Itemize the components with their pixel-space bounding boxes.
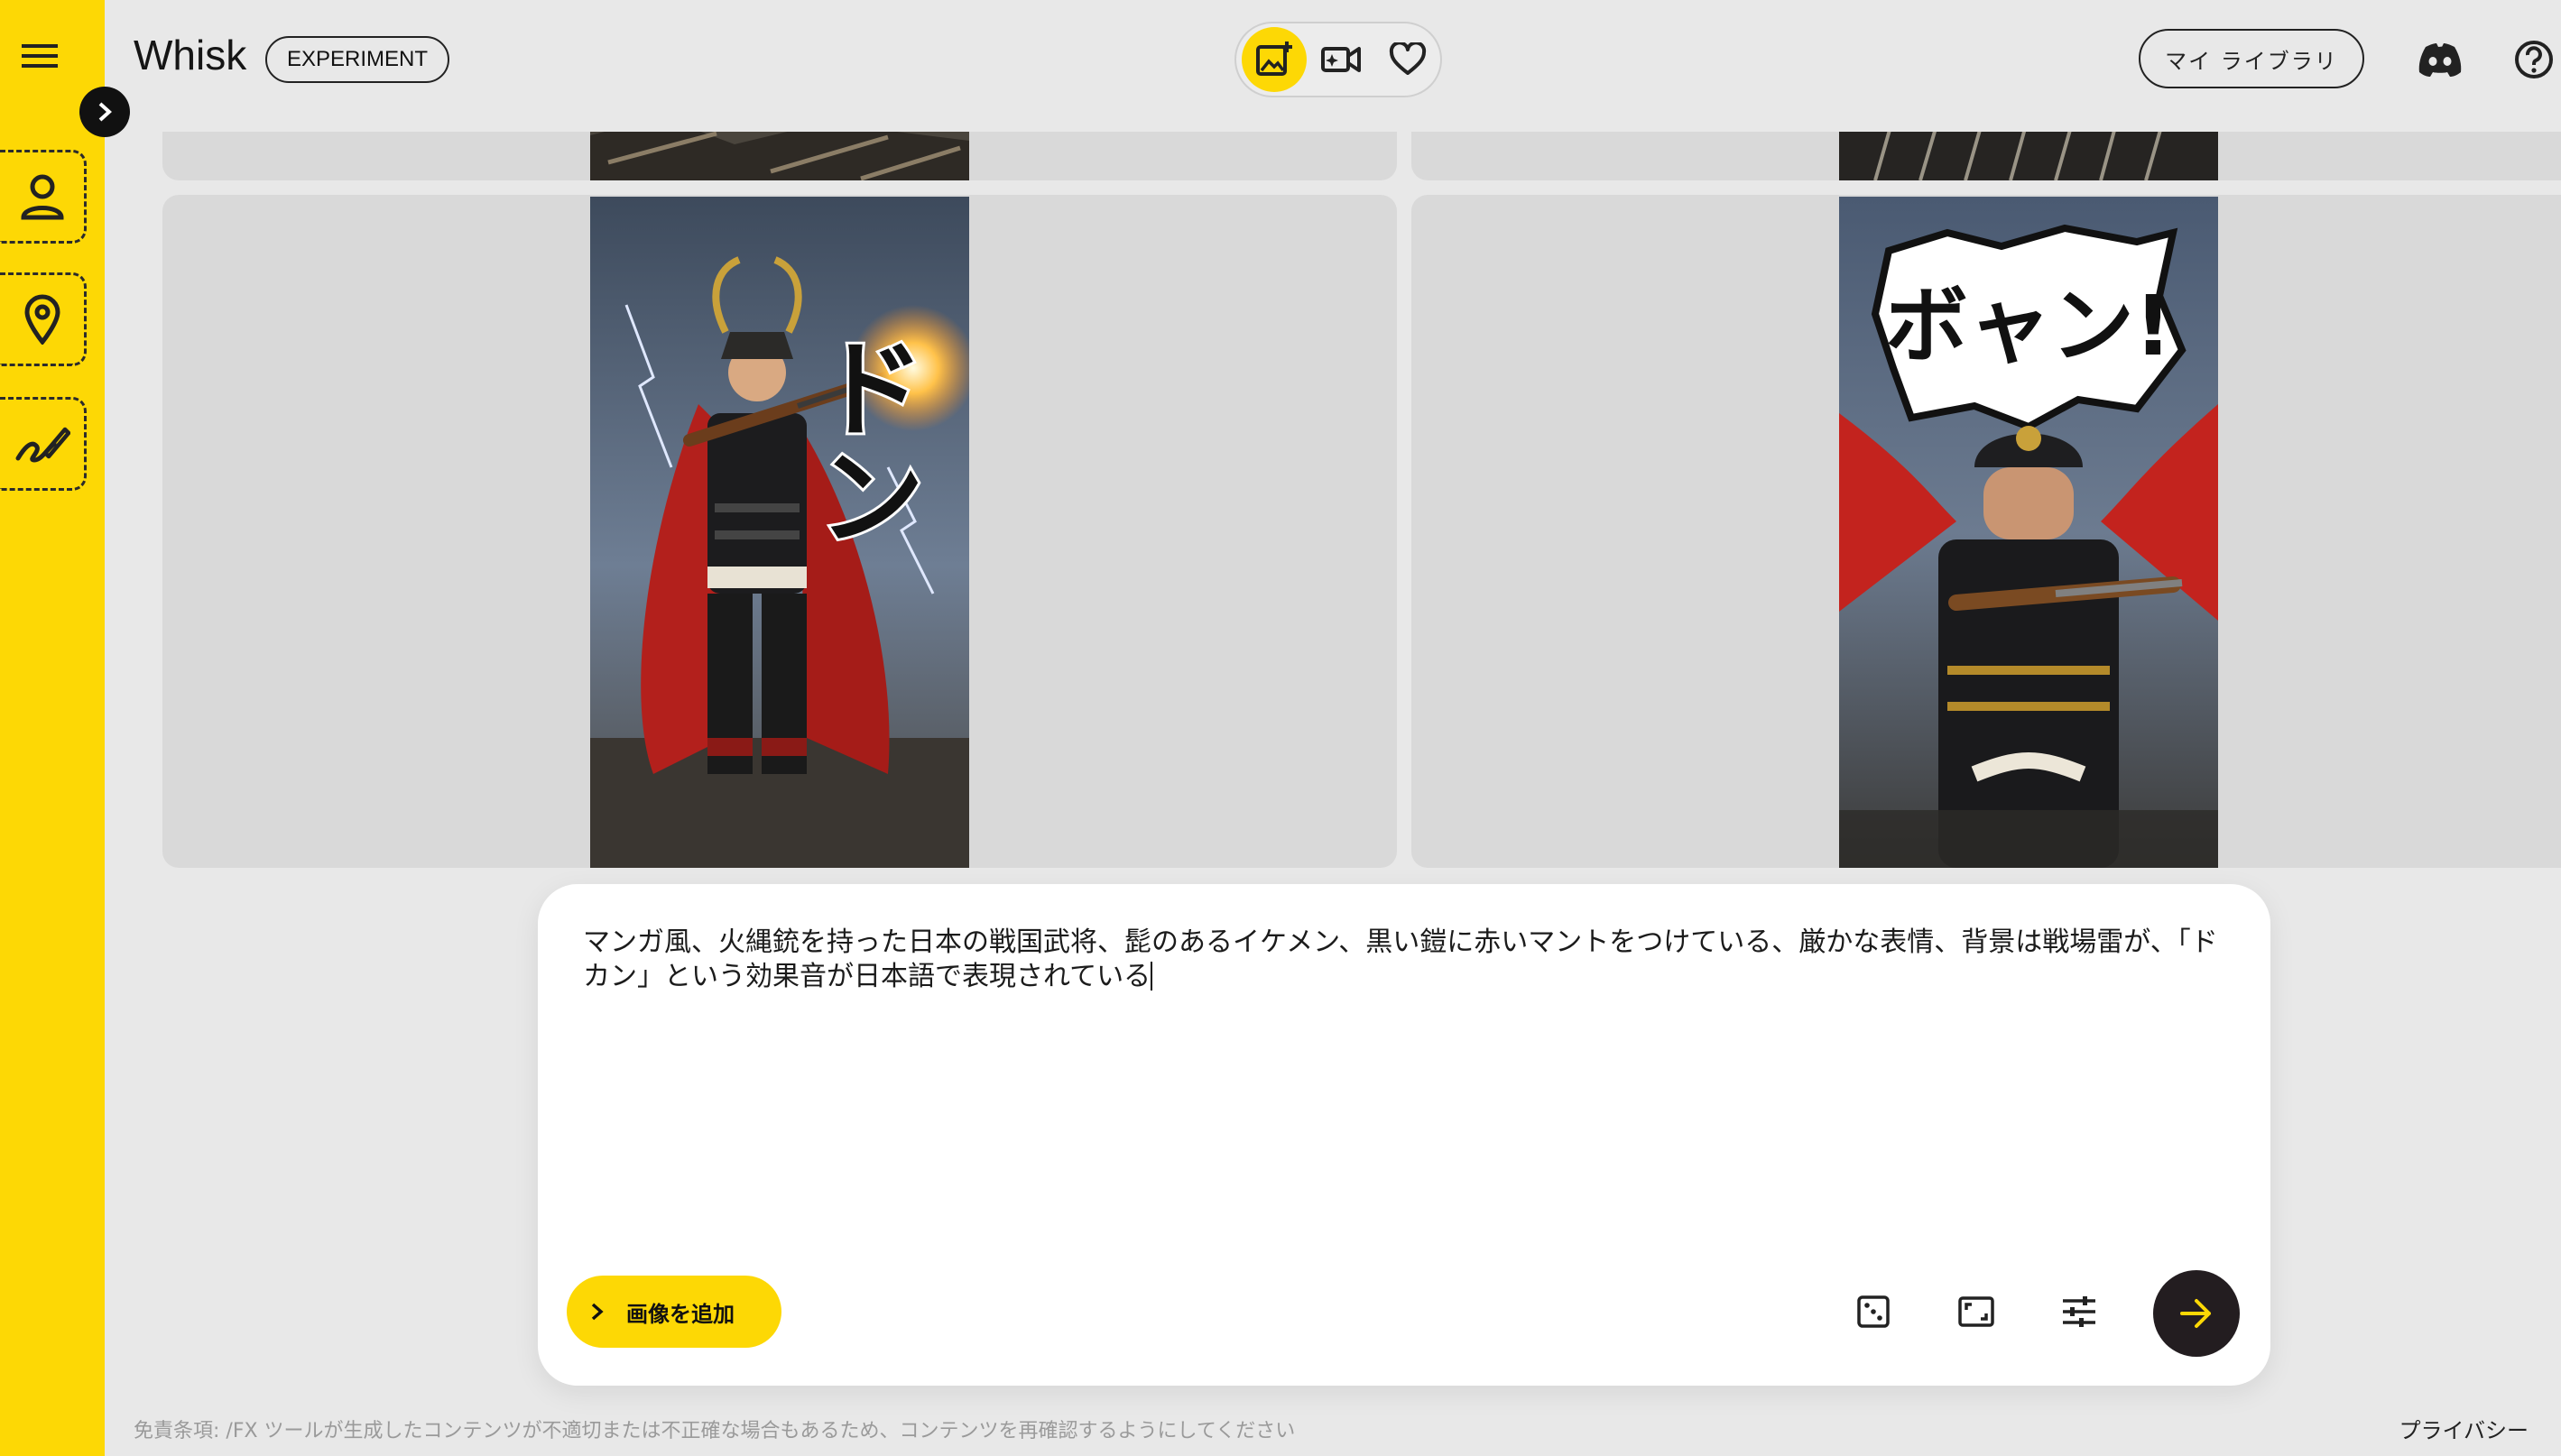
help-icon <box>2515 41 2553 78</box>
disclaimer-text: 免責条項: /FX ツールが生成したコンテンツが不適切または不正確な場合もあるた… <box>134 1420 1296 1442</box>
person-icon <box>20 174 64 220</box>
add-image-label: 画像を追加 <box>626 1301 735 1327</box>
chevron-right-icon <box>98 102 112 122</box>
scene-slot[interactable] <box>0 272 87 366</box>
expand-sidebar-button[interactable] <box>79 87 130 137</box>
prompt-text: マンガ風、火縄銃を持った日本の戦国武将、髭のあるイケメン、黒い鎧に赤いマントをつ… <box>583 926 2218 992</box>
image-card-2[interactable]: ボャン! <box>1411 195 2561 868</box>
sfx-text-1: ドン <box>799 332 924 548</box>
dice-icon <box>1857 1295 1890 1328</box>
tune-icon <box>2063 1296 2095 1327</box>
prompt-input[interactable]: マンガ風、火縄銃を持った日本の戦国武将、髭のあるイケメン、黒い鎧に赤いマントをつ… <box>583 926 2234 994</box>
chevron-right-icon <box>591 1303 604 1321</box>
style-slot[interactable] <box>0 397 87 491</box>
subject-slot[interactable] <box>0 150 87 244</box>
experiment-badge: EXPERIMENT <box>265 36 450 83</box>
menu-icon <box>22 44 58 68</box>
brush-style-icon <box>15 427 70 463</box>
generated-image-samurai-2: ボャン! <box>1839 197 2218 868</box>
heart-icon <box>1389 42 1427 75</box>
randomize-button[interactable] <box>1843 1281 1904 1342</box>
privacy-link[interactable]: プライバシー <box>2399 1413 2529 1444</box>
add-image-button[interactable]: 画像を追加 <box>567 1276 781 1348</box>
add-photo-icon <box>1256 41 1292 76</box>
discord-icon <box>2418 43 2462 77</box>
settings-button[interactable] <box>2048 1281 2110 1342</box>
submit-button[interactable] <box>2153 1270 2240 1357</box>
left-rail <box>0 0 105 1456</box>
menu-button[interactable] <box>16 32 63 79</box>
sfx-text-2: ボャン! <box>1885 278 2172 374</box>
generated-image-samurai-1: ドン <box>590 197 969 868</box>
image-card-1[interactable]: ドン <box>162 195 1397 868</box>
text-caret <box>1151 962 1153 991</box>
location-pin-icon <box>23 294 60 345</box>
aspect-ratio-icon <box>1958 1296 1994 1327</box>
favorites-button[interactable] <box>1375 27 1440 92</box>
mode-switcher <box>1234 22 1442 97</box>
video-sparkle-icon <box>1321 47 1361 72</box>
help-button[interactable] <box>2510 36 2557 83</box>
my-library-button[interactable]: マイ ライブラリ <box>2139 29 2364 88</box>
aspect-ratio-button[interactable] <box>1946 1281 2007 1342</box>
discord-button[interactable] <box>2413 36 2467 83</box>
prompt-panel: マンガ風、火縄銃を持った日本の戦国武将、髭のあるイケメン、黒い鎧に赤いマントをつ… <box>538 884 2270 1386</box>
image-mode-button[interactable] <box>1242 27 1307 92</box>
video-mode-button[interactable] <box>1308 27 1373 92</box>
app-title: Whisk <box>134 32 247 78</box>
arrow-right-icon <box>2180 1299 2211 1328</box>
top-bar: Whisk EXPERIMENT マイ ライブラリ <box>105 0 2561 132</box>
